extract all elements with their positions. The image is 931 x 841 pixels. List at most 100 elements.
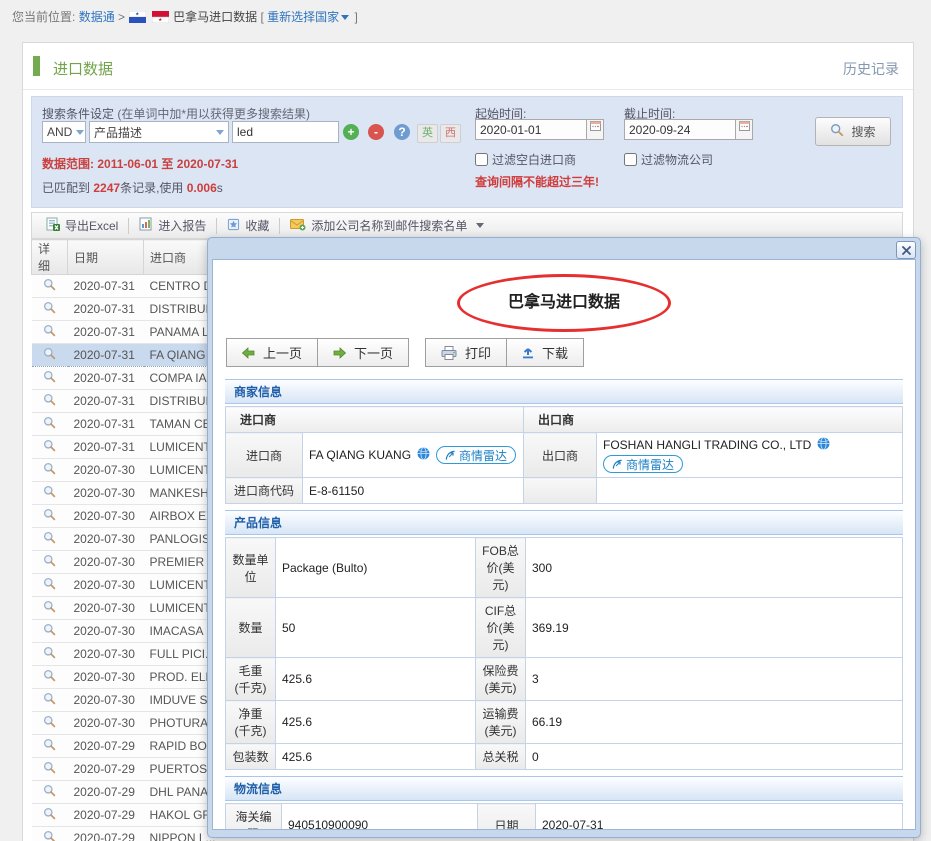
row-date: 2020-07-31 — [68, 321, 144, 344]
product-section: 产品信息 数量单位Package (Bulto)FOB总价(美元)300数量50… — [225, 510, 903, 770]
help-icon[interactable]: ? — [394, 124, 410, 140]
field-value: 0 — [526, 744, 903, 770]
dialog-titlebar[interactable] — [208, 238, 920, 259]
close-button[interactable] — [896, 241, 916, 259]
breadcrumb-home-link[interactable]: 数据通 — [79, 10, 115, 24]
add-company-to-mail-list-button[interactable]: 添加公司名称到邮件搜索名单 — [282, 217, 492, 234]
add-condition-icon[interactable]: + — [343, 124, 359, 140]
enter-report-button[interactable]: 进入报告 — [131, 217, 214, 234]
globe-icon[interactable] — [817, 437, 830, 453]
query-interval-warning: 查询间隔不能超过三年! — [475, 173, 599, 190]
lang-english-button[interactable]: 英 — [417, 124, 438, 143]
row-detail-search-icon[interactable] — [43, 577, 56, 593]
row-detail-search-icon[interactable] — [43, 738, 56, 754]
search-conditions-title: 搜索条件设定 (在单词中加*用以获得更多搜索结果) — [42, 105, 310, 122]
keyword-input[interactable] — [232, 121, 339, 143]
boolean-operator-select[interactable]: AND — [42, 121, 86, 143]
row-detail-cell — [32, 574, 68, 597]
field-value: 66.19 — [526, 701, 903, 744]
search-button[interactable]: 搜索 — [815, 117, 891, 146]
favorite-icon — [227, 218, 240, 234]
product-section-header: 产品信息 — [225, 510, 903, 535]
row-detail-cell — [32, 643, 68, 666]
row-date: 2020-07-31 — [68, 367, 144, 390]
row-date: 2020-07-30 — [68, 482, 144, 505]
row-detail-search-icon[interactable] — [43, 278, 56, 294]
row-detail-search-icon[interactable] — [43, 439, 56, 455]
export-excel-button[interactable]: 导出Excel — [38, 217, 126, 234]
row-detail-search-icon[interactable] — [43, 692, 56, 708]
prev-page-button[interactable]: 上一页 — [226, 338, 318, 367]
lang-spanish-button[interactable]: 西 — [440, 124, 461, 143]
row-detail-cell — [32, 298, 68, 321]
dialog-content: 巴拿马进口数据 上一页 下一页 打印 下载 — [212, 259, 916, 830]
row-detail-search-icon[interactable] — [43, 715, 56, 731]
row-detail-search-icon[interactable] — [43, 807, 56, 823]
start-date-input[interactable] — [475, 119, 587, 140]
row-detail-search-icon[interactable] — [43, 393, 56, 409]
row-detail-search-icon[interactable] — [43, 531, 56, 547]
row-detail-search-icon[interactable] — [43, 301, 56, 317]
field-label: CIF总价(美元) — [476, 598, 526, 658]
row-detail-search-icon[interactable] — [43, 784, 56, 800]
importer-radar-button[interactable]: 商情雷达 — [436, 446, 516, 464]
matched-count: 2247 — [93, 181, 120, 195]
globe-icon[interactable] — [417, 447, 430, 463]
row-detail-search-icon[interactable] — [43, 370, 56, 386]
row-detail-search-icon[interactable] — [43, 554, 56, 570]
toolbar-divider — [216, 218, 217, 234]
row-detail-search-icon[interactable] — [43, 347, 56, 363]
start-date-wrap — [475, 119, 604, 140]
row-detail-search-icon[interactable] — [43, 646, 56, 662]
row-detail-search-icon[interactable] — [43, 623, 56, 639]
filter-blank-importer-checkbox[interactable]: 过滤空白进口商 — [475, 151, 576, 168]
field-label: 数量单位 — [226, 538, 276, 598]
next-page-button[interactable]: 下一页 — [317, 338, 409, 367]
row-date: 2020-07-30 — [68, 551, 144, 574]
detail-row: 海关编码940510900090日期2020-07-31 — [226, 804, 903, 831]
row-date: 2020-07-30 — [68, 620, 144, 643]
row-date: 2020-07-31 — [68, 298, 144, 321]
field-label: 数量 — [226, 598, 276, 658]
row-date: 2020-07-30 — [68, 528, 144, 551]
search-field-select[interactable]: 产品描述 — [89, 121, 229, 143]
filter-logistics-checkbox[interactable]: 过滤物流公司 — [624, 151, 713, 168]
row-detail-search-icon[interactable] — [43, 416, 56, 432]
field-value: Package (Bulto) — [276, 538, 476, 598]
detail-row: 数量50CIF总价(美元)369.19 — [226, 598, 903, 658]
merchant-table: 进口商 出口商 进口商 FA QIANG KUANG 商情雷达 — [225, 406, 903, 504]
field-value: 425.6 — [276, 744, 476, 770]
favorite-button[interactable]: 收藏 — [219, 217, 277, 234]
download-button[interactable]: 下载 — [506, 338, 584, 367]
remove-condition-icon[interactable]: - — [368, 124, 384, 140]
field-label: 海关编码 — [226, 804, 282, 831]
col-header-date[interactable]: 日期 — [68, 240, 144, 275]
field-value: 300 — [526, 538, 903, 598]
field-value: 3 — [526, 658, 903, 701]
history-link[interactable]: 历史记录 — [843, 59, 899, 79]
print-button[interactable]: 打印 — [425, 338, 507, 367]
exporter-radar-button[interactable]: 商情雷达 — [603, 455, 683, 473]
breadcrumb-bracket-open: [ — [260, 10, 263, 24]
row-detail-search-icon[interactable] — [43, 761, 56, 777]
row-date: 2020-07-29 — [68, 758, 144, 781]
row-detail-search-icon[interactable] — [43, 508, 56, 524]
merchant-section: 商家信息 进口商 出口商 进口商 FA QIANG KUANG — [225, 379, 903, 504]
field-value: 425.6 — [276, 701, 476, 744]
row-detail-search-icon[interactable] — [43, 485, 56, 501]
row-detail-search-icon[interactable] — [43, 600, 56, 616]
reselect-country-link[interactable]: 重新选择国家 — [267, 10, 339, 24]
row-detail-search-icon[interactable] — [43, 462, 56, 478]
end-date-input[interactable] — [624, 119, 736, 140]
row-date: 2020-07-30 — [68, 597, 144, 620]
panama-flag-left-icon — [129, 2, 146, 36]
calendar-icon[interactable] — [736, 119, 753, 140]
calendar-icon[interactable] — [587, 119, 604, 140]
row-detail-cell — [32, 321, 68, 344]
row-detail-search-icon[interactable] — [43, 669, 56, 685]
row-detail-search-icon[interactable] — [43, 830, 56, 841]
row-detail-search-icon[interactable] — [43, 324, 56, 340]
row-date: 2020-07-30 — [68, 505, 144, 528]
row-date: 2020-07-31 — [68, 275, 144, 298]
detail-row: 毛重(千克)425.6保险费(美元)3 — [226, 658, 903, 701]
